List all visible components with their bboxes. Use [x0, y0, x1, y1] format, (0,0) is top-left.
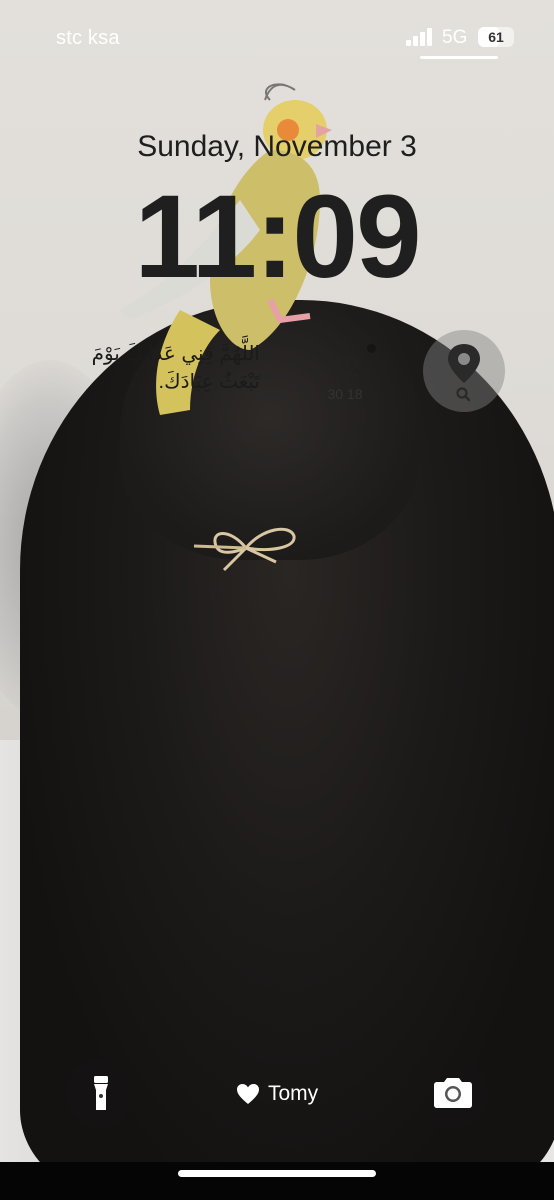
flashlight-icon — [94, 1076, 108, 1110]
weather-range: 30 18 — [327, 386, 363, 402]
lock-date[interactable]: Sunday, November 3 — [0, 130, 554, 164]
camera-icon — [434, 1078, 472, 1108]
lock-screen: stc ksa 5G 61 Sunday, November 3 11:09 ا… — [0, 0, 554, 1200]
weather-temperature: 22 — [330, 352, 360, 382]
weather-widget[interactable]: 22 30 18 — [310, 334, 380, 404]
status-underline — [420, 56, 498, 59]
home-indicator[interactable] — [178, 1170, 376, 1177]
cellular-signal-icon — [406, 28, 432, 46]
find-my-widget[interactable] — [423, 330, 505, 412]
battery-percent: 61 — [488, 29, 504, 45]
arabic-text-widget[interactable]: اللَّهُمَّ قِنِي عَذَابَكَ يَوْمَ تَبْعَ… — [60, 340, 260, 396]
network-type: 5G — [442, 27, 468, 48]
home-bar-area — [0, 1162, 554, 1200]
focus-label: Tomy — [268, 1082, 319, 1105]
lock-time[interactable]: 11:09 — [0, 172, 554, 302]
search-icon — [456, 387, 471, 402]
wallpaper-hair-bow — [193, 527, 296, 572]
carrier-name: stc ksa — [56, 27, 120, 49]
status-bar: stc ksa 5G 61 — [0, 0, 554, 80]
heart-icon — [237, 1084, 259, 1104]
flashlight-button[interactable] — [66, 1058, 136, 1128]
camera-button[interactable] — [418, 1058, 488, 1128]
focus-mode[interactable]: Tomy — [236, 1080, 318, 1108]
battery-indicator: 61 — [478, 27, 514, 47]
